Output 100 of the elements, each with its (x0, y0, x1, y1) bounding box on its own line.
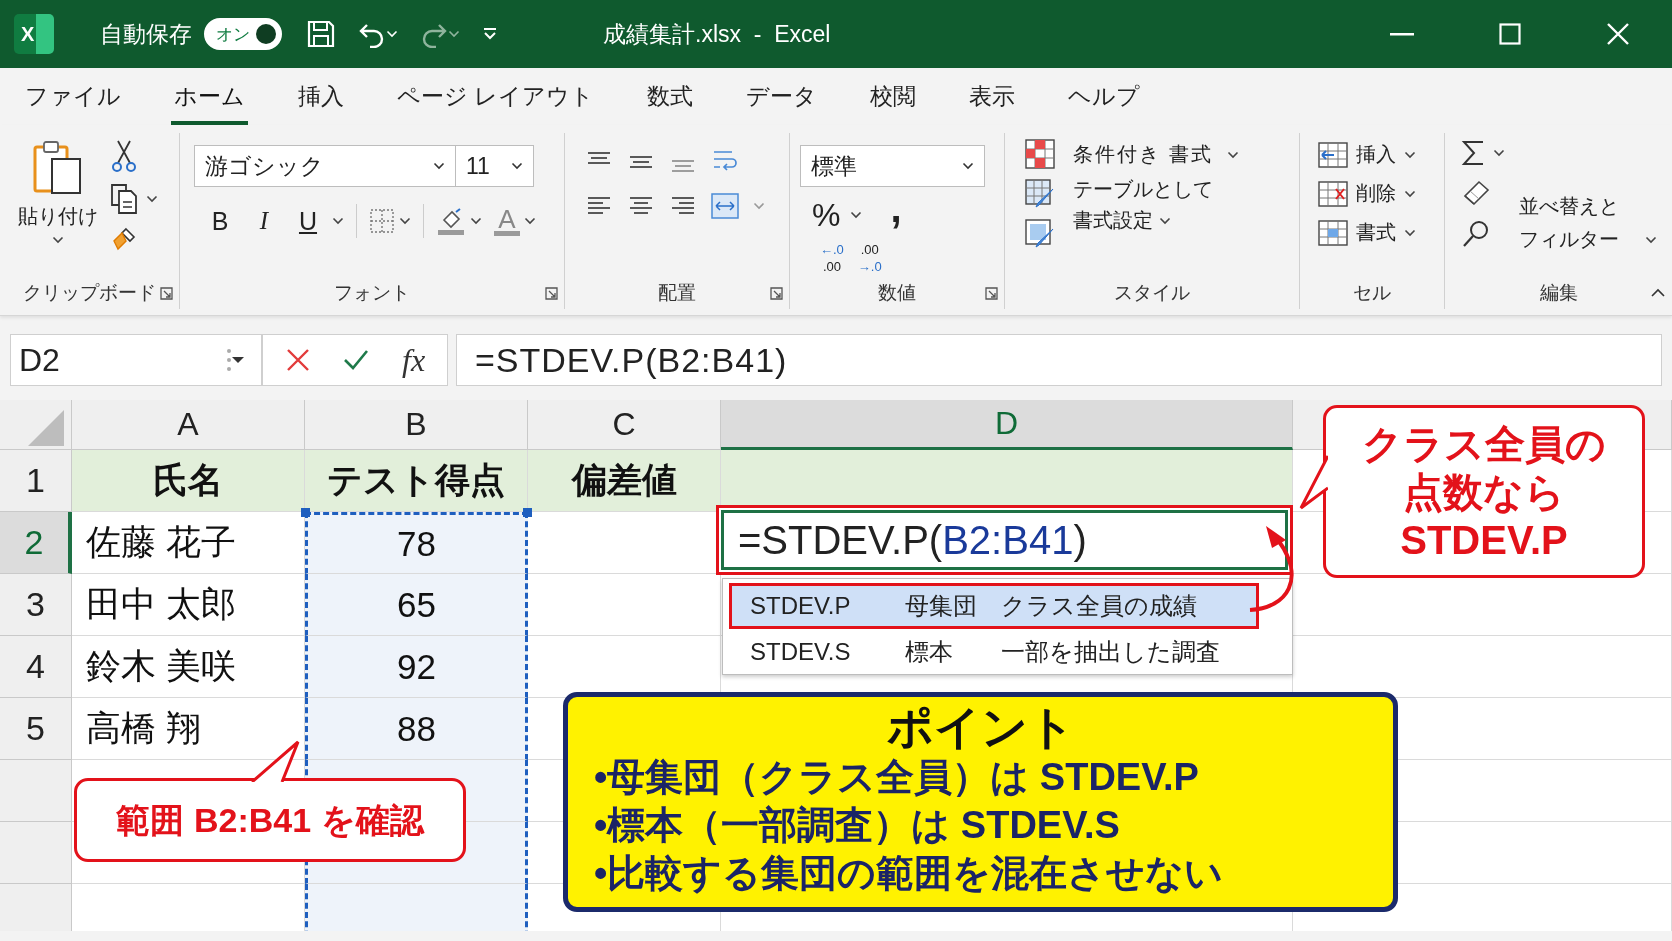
paste-button[interactable]: 貼り付け (18, 133, 98, 277)
copy-icon[interactable] (110, 183, 140, 215)
column-header[interactable]: A (72, 400, 305, 450)
dialog-launcher-icon[interactable] (770, 286, 783, 300)
ribbon-tab[interactable]: 挿入 (295, 68, 347, 125)
format-cells-icon[interactable] (1318, 219, 1348, 246)
group-label: 数値 (878, 281, 916, 305)
number-format-dropdown[interactable]: 標準 (800, 145, 985, 187)
collapse-ribbon-icon[interactable] (1650, 288, 1666, 298)
comma-style-button[interactable]: , (890, 193, 902, 237)
dialog-launcher-icon[interactable] (160, 286, 173, 300)
row-header[interactable]: 1 (0, 450, 72, 512)
increase-decimal-button[interactable]: ←.0 .00 (820, 243, 844, 273)
cancel-button[interactable] (284, 347, 311, 373)
eraser-icon[interactable] (1461, 179, 1491, 207)
customize-icon[interactable] (482, 27, 498, 41)
callout: クラス全員の 点数なら STDEV.P (1323, 405, 1645, 578)
caret-icon (1404, 150, 1416, 159)
column-header[interactable]: C (528, 400, 721, 450)
delete-cells-icon[interactable] (1318, 180, 1348, 207)
close-icon (1606, 22, 1630, 46)
window-title: 成績集計.xlsx - Excel (603, 19, 832, 49)
dialog-launcher-icon[interactable] (985, 286, 998, 300)
underline-button[interactable]: U (288, 201, 328, 241)
row-header[interactable]: 4 (0, 636, 72, 698)
percent-style-button[interactable]: % (812, 196, 841, 234)
caret-icon[interactable] (399, 217, 411, 225)
insert-cells-button[interactable]: 挿入 (1318, 141, 1432, 168)
autosave-label: 自動保存 (100, 19, 192, 49)
caret-icon[interactable] (52, 236, 64, 244)
ribbon-tab[interactable]: ページ レイアウト (394, 68, 598, 125)
insert-cells-icon[interactable] (1318, 141, 1348, 168)
selection-handle[interactable] (523, 508, 532, 517)
save-icon[interactable] (306, 19, 336, 49)
ribbon-tab[interactable]: ヘルプ (1065, 68, 1144, 125)
selection-handle[interactable] (301, 508, 310, 517)
group-label: 編集 (1539, 281, 1578, 305)
conditional-formatting-button[interactable]: 条件付き 書式 (1073, 141, 1239, 168)
font-name-dropdown[interactable]: 游ゴシック (194, 145, 456, 187)
autocomplete-item[interactable]: STDEV.P 母集団 クラス全員の成績 (729, 583, 1259, 629)
bold-button[interactable]: B (200, 201, 240, 241)
format-cells-button[interactable]: 書式 (1318, 219, 1432, 246)
note-bullet: •比較する集団の範囲を混在させない (594, 851, 1225, 896)
caret-icon (1226, 150, 1239, 159)
decrease-decimal-button[interactable]: .00 →.0 (857, 243, 882, 273)
scissors-icon[interactable] (110, 139, 138, 173)
format-painter-icon[interactable] (110, 225, 138, 253)
caret-icon[interactable] (470, 217, 482, 225)
ribbon-tab[interactable]: 校閲 (867, 68, 920, 125)
callout-tail (250, 740, 300, 782)
align-left-icon[interactable] (585, 195, 613, 217)
caret-icon[interactable] (524, 217, 536, 225)
formula-input[interactable]: =STDEV.P(B2:B41) (456, 334, 1662, 386)
table-cell: 92 (305, 636, 528, 698)
column-heading-cell: 偏差値 (528, 450, 721, 512)
caret-icon[interactable] (332, 217, 344, 225)
search-icon[interactable] (1461, 219, 1491, 249)
caret-icon (1404, 228, 1416, 237)
caret-icon[interactable] (448, 30, 460, 38)
merge-cells-icon[interactable] (711, 193, 739, 219)
autosave-toggle[interactable]: オン (204, 18, 282, 50)
caret-icon[interactable] (850, 211, 863, 219)
enter-button[interactable] (342, 348, 371, 372)
name-box[interactable]: D2 (10, 334, 262, 386)
column-header[interactable]: B (305, 400, 528, 450)
caret-icon (1645, 235, 1657, 244)
align-center-icon[interactable] (627, 195, 655, 217)
caret-icon (962, 162, 974, 170)
cell-styles-icon[interactable] (1025, 219, 1055, 249)
ribbon-tab[interactable]: 数式 (644, 68, 697, 125)
align-right-icon[interactable] (669, 195, 697, 217)
insert-function-button[interactable]: fx (402, 341, 426, 379)
caret-icon (511, 162, 523, 170)
minimize-icon (1390, 32, 1414, 36)
sort-filter-button[interactable]: 並べ替えと フィルター (1519, 193, 1657, 277)
note-title: ポイント (885, 701, 1076, 753)
caret-icon (433, 162, 445, 170)
italic-button[interactable]: I (244, 201, 284, 241)
cell-editor[interactable]: =STDEV.P(B2:B41) (721, 510, 1288, 570)
row-header[interactable]: 2 (0, 512, 72, 574)
note-bullet: •標本（一部調査）は STDEV.S (594, 803, 1121, 848)
font-size-dropdown[interactable]: 11 (456, 145, 534, 187)
ribbon-tab[interactable]: ファイル (22, 68, 124, 125)
conditional-format-icon[interactable] (1025, 139, 1055, 169)
row-header[interactable]: 5 (0, 698, 72, 760)
format-as-table-button[interactable]: テーブルとして 書式設定 (1073, 176, 1239, 234)
table-cell: 78 (305, 512, 528, 574)
fill-color-icon[interactable] (436, 206, 466, 236)
ribbon-tab[interactable]: 表示 (966, 68, 1019, 125)
column-heading-cell: 氏名 (72, 450, 305, 512)
caret-icon[interactable] (146, 195, 158, 203)
autocomplete-item[interactable]: STDEV.S 標本 一部を抽出した調査 (729, 629, 1259, 675)
caret-icon[interactable] (1493, 149, 1505, 157)
dialog-launcher-icon[interactable] (545, 286, 558, 300)
column-header[interactable]: D (721, 400, 1293, 450)
ribbon-tab[interactable]: データ (743, 68, 821, 125)
format-table-icon[interactable] (1025, 179, 1055, 209)
row-header[interactable]: 3 (0, 574, 72, 636)
delete-cells-button[interactable]: 削除 (1318, 180, 1432, 207)
app-logo: X (14, 14, 54, 54)
